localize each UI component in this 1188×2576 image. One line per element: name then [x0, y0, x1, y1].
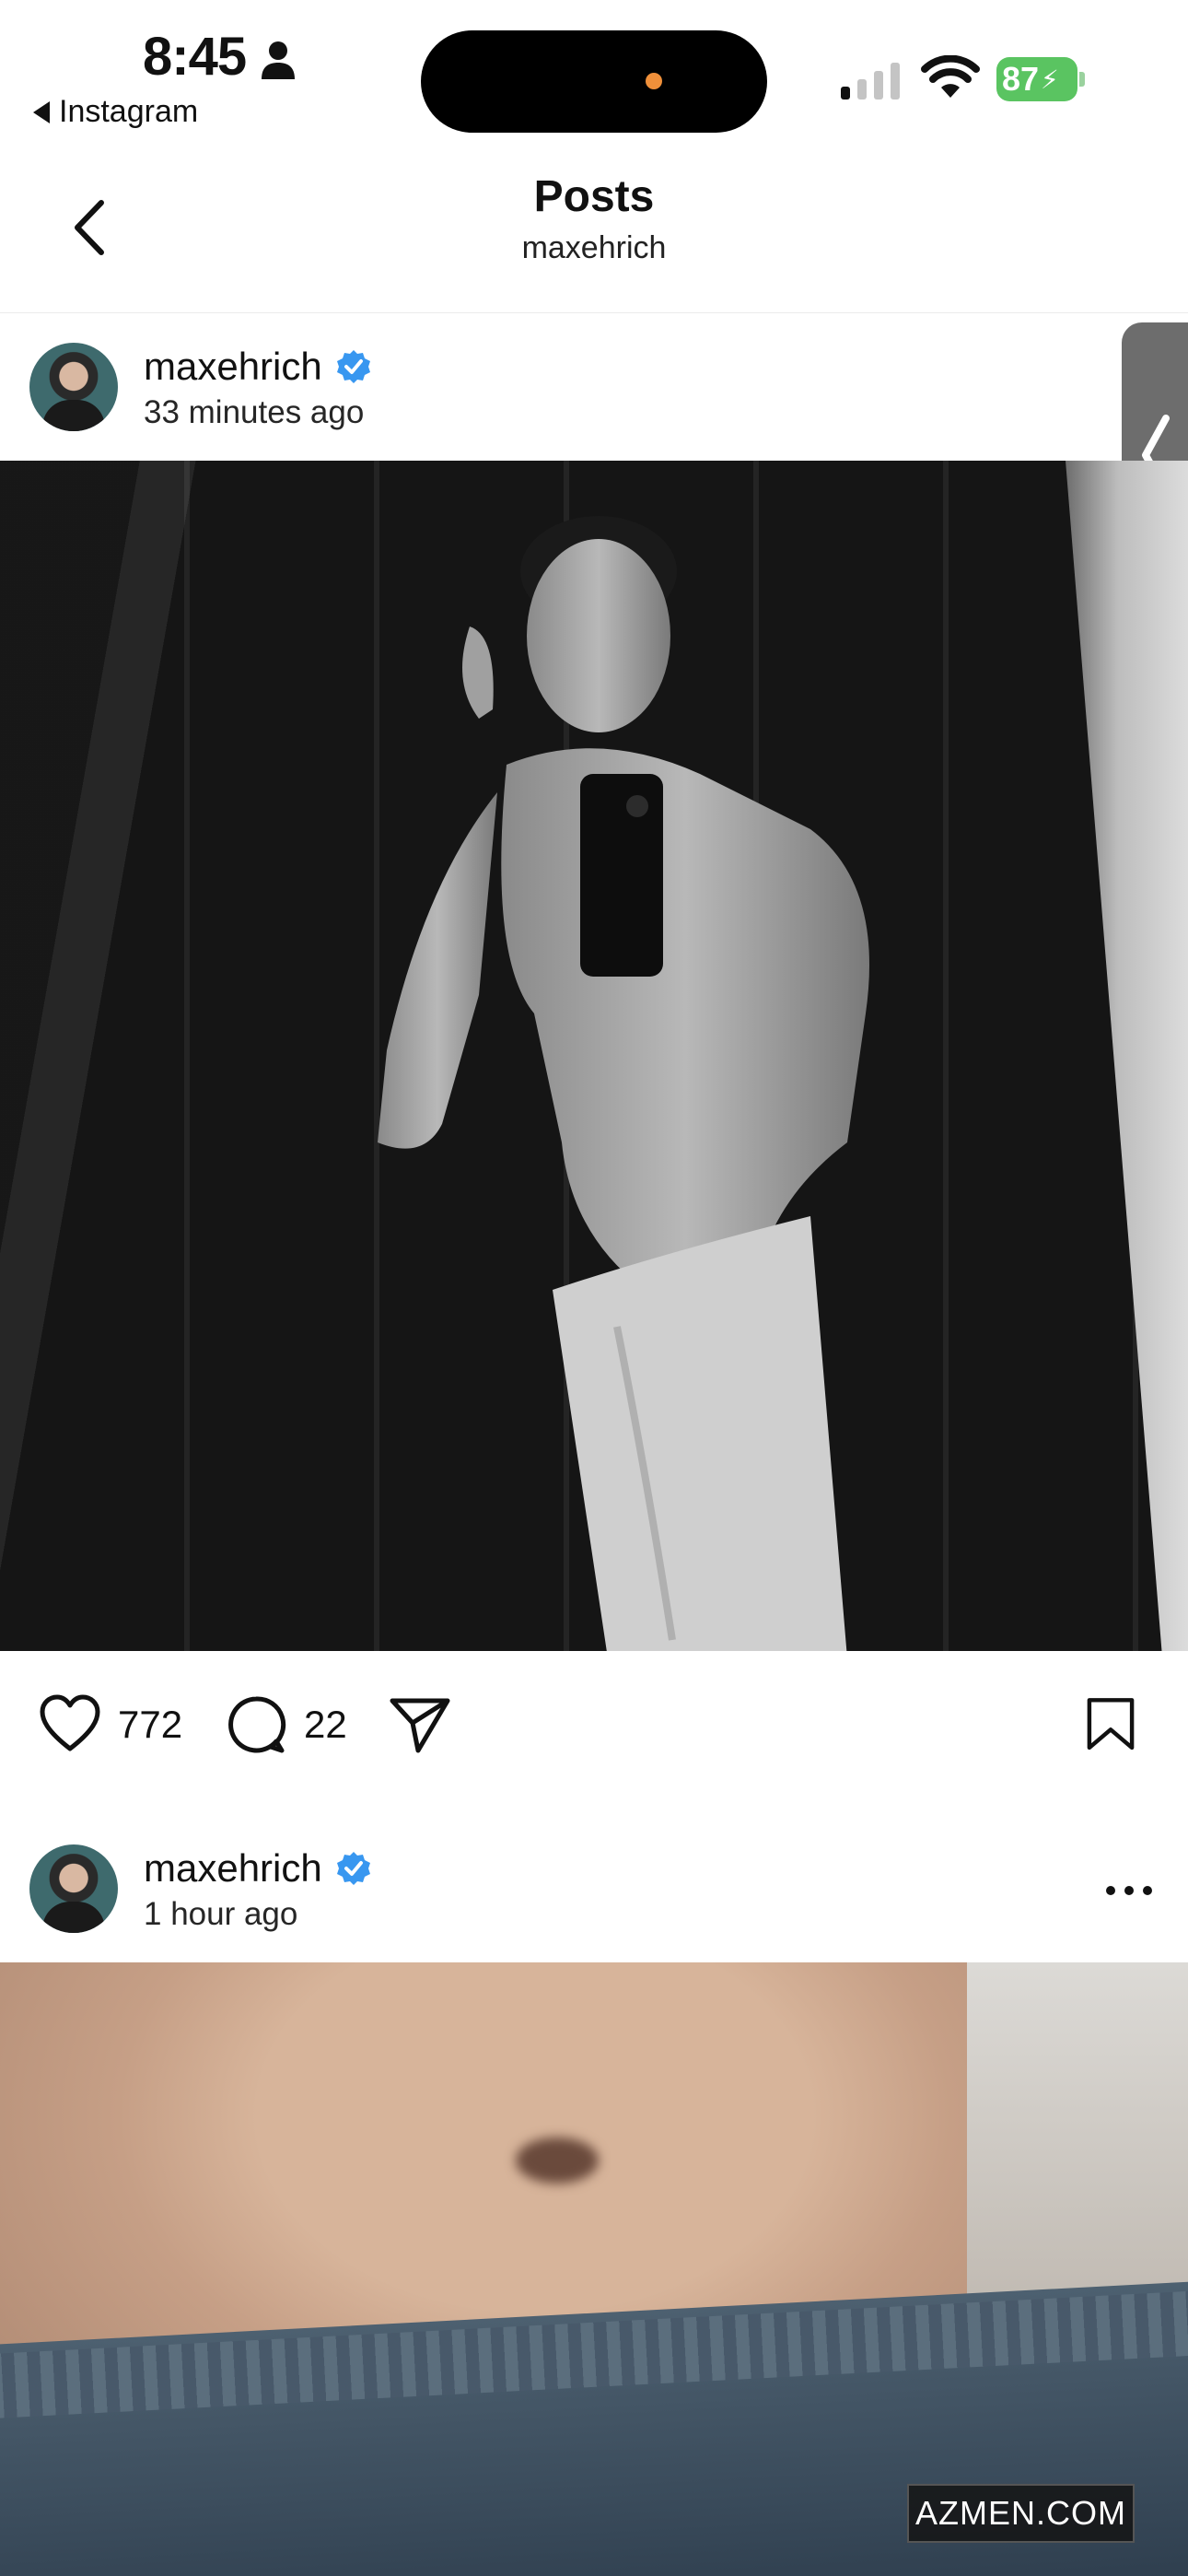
- comment-count: 22: [304, 1703, 347, 1746]
- privacy-indicator-dot: [646, 73, 662, 89]
- post-actions: 772 22: [0, 1651, 1188, 1789]
- charging-bolt-icon: ⚡: [1041, 64, 1059, 94]
- page-title: Posts: [533, 172, 655, 221]
- battery-nub: [1079, 72, 1085, 87]
- avatar[interactable]: [29, 343, 118, 431]
- verified-badge-icon: [336, 350, 370, 383]
- image-figure: [378, 516, 869, 1651]
- battery-indicator: 87 ⚡: [996, 57, 1085, 101]
- share-paper-plane-icon[interactable]: [387, 1692, 453, 1758]
- verified-badge-icon: [336, 1852, 370, 1885]
- person-icon: [262, 41, 295, 79]
- heart-icon[interactable]: [37, 1692, 103, 1758]
- battery-percent: 87: [1002, 60, 1040, 98]
- comment-action[interactable]: 22: [223, 1688, 347, 1762]
- status-time: 8:45: [143, 27, 247, 87]
- post-image[interactable]: [0, 461, 1188, 1651]
- status-bar: 8:45 Instagram 87 ⚡: [0, 0, 1188, 147]
- battery-level: 87 ⚡: [996, 57, 1077, 101]
- more-options-icon[interactable]: [1101, 1881, 1157, 1900]
- like-action[interactable]: 772: [37, 1688, 182, 1762]
- wifi-icon: [921, 55, 980, 98]
- nav-header: Posts maxehrich: [0, 147, 1188, 313]
- back-triangle-icon: [33, 100, 50, 123]
- username-text: maxehrich: [144, 1846, 322, 1890]
- image-detail: [516, 2137, 599, 2184]
- bookmark-icon[interactable]: [1081, 1692, 1140, 1758]
- share-action[interactable]: [387, 1688, 453, 1762]
- post-username[interactable]: maxehrich: [144, 345, 372, 389]
- cellular-signal-icon: [841, 63, 900, 100]
- avatar[interactable]: [29, 1844, 118, 1933]
- comment-bubble-icon[interactable]: [223, 1692, 289, 1758]
- save-action[interactable]: [1081, 1688, 1140, 1762]
- image-background: [967, 1962, 1188, 2331]
- like-count: 772: [118, 1703, 183, 1746]
- post-time: 33 minutes ago: [144, 394, 365, 430]
- watermark: AZMEN.COM: [907, 2484, 1135, 2543]
- page-subtitle: maxehrich: [521, 230, 667, 265]
- post-header: maxehrich 1 hour ago: [0, 1815, 1188, 1962]
- post-header: maxehrich 33 minutes ago: [0, 313, 1188, 461]
- username-text: maxehrich: [144, 345, 322, 388]
- post-time: 1 hour ago: [144, 1896, 298, 1932]
- post-username[interactable]: maxehrich: [144, 1846, 372, 1891]
- dynamic-island: [421, 30, 767, 133]
- back-app-label: Instagram: [59, 94, 199, 129]
- back-to-app-link[interactable]: Instagram: [33, 94, 198, 130]
